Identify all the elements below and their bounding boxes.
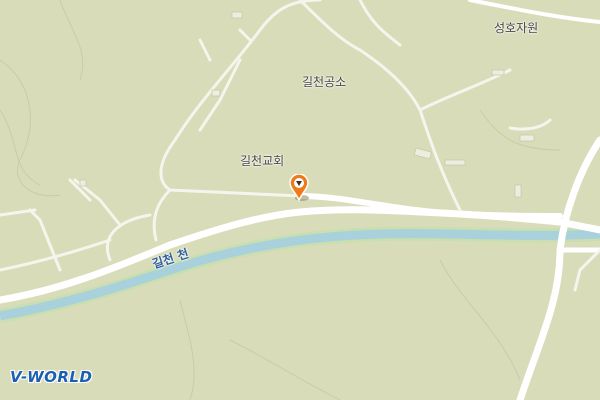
poi-label-gilcheon-church[interactable]: 길천교회 [240,152,284,169]
location-pin-icon[interactable] [289,173,309,202]
poi-label-seongho-jawon[interactable]: 성호자원 [494,19,538,36]
poi-label-gilcheon-gongso[interactable]: 길천공소 [302,73,346,90]
map-view[interactable]: 성호자원 길천공소 길천교회 길천 천 V-WORLD [0,0,600,400]
vworld-logo: V-WORLD [10,368,93,386]
